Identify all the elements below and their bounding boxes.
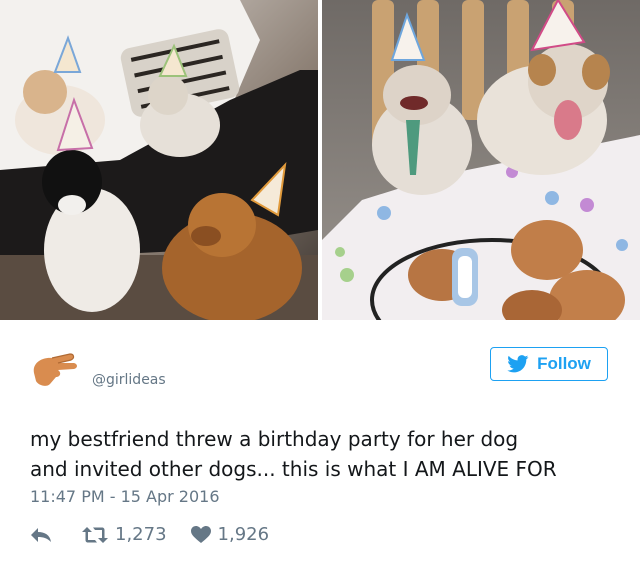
tweet-text-line-1: my bestfriend threw a birthday party for… xyxy=(30,427,519,451)
pinching-hand-avatar[interactable] xyxy=(28,349,80,391)
retweet-count: 1,273 xyxy=(115,524,167,545)
retweet-button[interactable]: 1,273 xyxy=(82,524,167,545)
tweet-text-line-2: and invited other dogs... this is what I… xyxy=(30,457,557,481)
follow-button[interactable]: Follow xyxy=(490,347,608,381)
pinching-hand-icon xyxy=(33,353,77,386)
reply-button[interactable] xyxy=(30,527,52,543)
user-handle[interactable]: @girlideas xyxy=(92,372,166,388)
party-photo-left[interactable] xyxy=(0,0,318,320)
tweet-actions: 1,273 1,926 xyxy=(30,524,269,545)
reply-arrow-icon xyxy=(31,527,51,542)
party-photo-left-image xyxy=(0,0,318,320)
party-photo-right-image xyxy=(322,0,640,320)
like-count: 1,926 xyxy=(217,524,270,545)
retweet-icon xyxy=(82,526,108,543)
follow-label: Follow xyxy=(537,354,591,373)
twitter-bird-icon xyxy=(507,355,529,373)
tweet-timestamp[interactable]: 11:47 PM - 15 Apr 2016 xyxy=(30,487,220,506)
tweet-text: my bestfriend threw a birthday party for… xyxy=(30,424,630,484)
like-button[interactable]: 1,926 xyxy=(190,524,270,545)
party-photo-right[interactable] xyxy=(322,0,640,320)
photo-grid xyxy=(0,0,640,320)
heart-icon xyxy=(190,525,211,543)
